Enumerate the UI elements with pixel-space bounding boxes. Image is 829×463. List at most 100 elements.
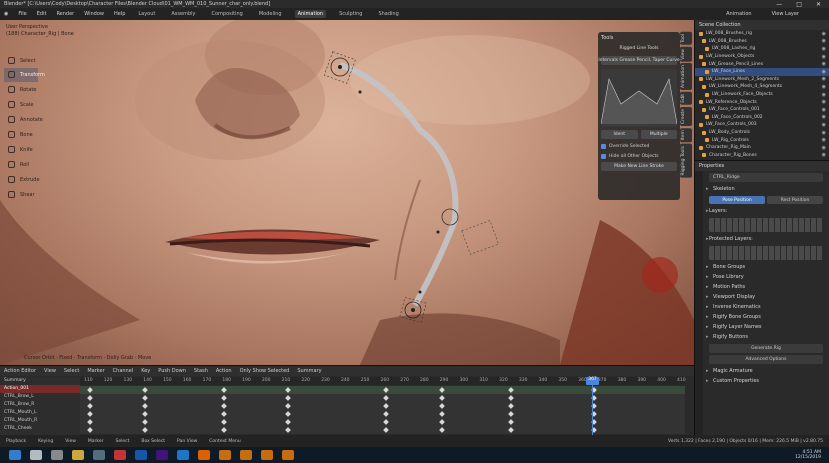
status-view[interactable]: View	[65, 439, 76, 444]
keyframe[interactable]	[284, 427, 291, 433]
visibility-eye-icon[interactable]: ◉	[822, 145, 826, 151]
section-rigify-buttons[interactable]: Rigify Buttons	[703, 332, 829, 342]
action-editor[interactable]: Action Editor View Select Marker Channel…	[0, 365, 694, 436]
visibility-eye-icon[interactable]: ◉	[822, 46, 826, 52]
outliner-item[interactable]: Character_Rig_Bones ◉	[695, 152, 829, 160]
task-view-icon[interactable]	[51, 450, 63, 460]
outliner-item[interactable]: LW_Rig_Controls ◉	[695, 136, 829, 144]
outliner-item[interactable]: LW_Body_Controls ◉	[695, 129, 829, 137]
keyframe[interactable]	[87, 427, 93, 433]
keyframe[interactable]	[221, 395, 228, 401]
menu-channel[interactable]: Channel	[113, 368, 134, 374]
tab-modeling[interactable]: Modeling	[256, 10, 285, 18]
outliner-item[interactable]: LW_Linework_Mesh_4_Segments ◉	[695, 83, 829, 91]
channel-row[interactable]: CTRL_Brow_L	[0, 393, 80, 401]
keyframe[interactable]	[438, 395, 445, 401]
close-button[interactable]: ✕	[816, 1, 821, 8]
tab-rigging-tools[interactable]: Rigging Tools	[680, 144, 692, 178]
keyframe[interactable]	[383, 403, 390, 409]
action-selector[interactable]: Action	[216, 368, 232, 374]
keyframe[interactable]	[508, 411, 514, 417]
keyframe-area[interactable]	[80, 386, 685, 434]
tool-shear[interactable]: Shear	[4, 188, 38, 202]
status-keying[interactable]: Keying	[38, 439, 53, 444]
word-icon[interactable]	[177, 450, 189, 460]
maximize-button[interactable]: □	[796, 1, 802, 8]
keyframe[interactable]	[142, 411, 149, 417]
only-show-selected-toggle[interactable]: Only Show Selected	[240, 368, 290, 374]
menu-edit[interactable]: Edit	[37, 11, 47, 17]
channel-row[interactable]: Summary	[0, 377, 80, 385]
tab-edit[interactable]: Edit	[680, 92, 692, 106]
menu-window[interactable]: Window	[84, 11, 104, 17]
menu-select[interactable]: Select	[64, 368, 79, 374]
layers-grid[interactable]	[709, 218, 823, 232]
outliner-item[interactable]: LW_008_Brushes ◉	[695, 38, 829, 46]
tab-animation-side[interactable]: Animation	[680, 63, 692, 91]
visibility-eye-icon[interactable]: ◉	[822, 76, 826, 82]
pose-position-button[interactable]: Pose Position	[709, 196, 765, 204]
section-motion-paths[interactable]: Motion Paths	[703, 282, 829, 292]
keyframe[interactable]	[142, 427, 149, 433]
premiere-icon[interactable]	[156, 450, 168, 460]
chrome-icon[interactable]	[114, 450, 126, 460]
visibility-eye-icon[interactable]: ◉	[822, 130, 826, 136]
explorer-icon[interactable]	[72, 450, 84, 460]
outliner-item[interactable]: LW_Face_Controls_003 ◉	[695, 121, 829, 129]
blender-4-icon[interactable]	[282, 450, 294, 460]
keyframe[interactable]	[142, 403, 149, 409]
protected-layers-grid[interactable]	[709, 246, 823, 260]
generate-rig-button[interactable]: Generate Rig	[709, 344, 823, 353]
override-selected-checkbox[interactable]: Override Selected	[601, 144, 677, 149]
object-name-field[interactable]: CTRL_Ridge	[709, 173, 823, 182]
channel-row[interactable]: CTRL_Mouth_R	[0, 417, 80, 425]
keyframe[interactable]	[87, 403, 93, 409]
keyframe[interactable]	[87, 387, 93, 393]
keyframe[interactable]	[508, 403, 514, 409]
visibility-eye-icon[interactable]: ◉	[822, 114, 826, 120]
advanced-options-button[interactable]: Advanced Options	[709, 355, 823, 364]
multiple-button[interactable]: Multiple	[640, 130, 677, 139]
firefox-icon[interactable]	[198, 450, 210, 460]
outliner-item[interactable]: LW_Linework_Objects ◉	[695, 53, 829, 61]
outliner-item[interactable]: LW_Face_Controls_002 ◉	[695, 114, 829, 122]
keyframe[interactable]	[284, 411, 291, 417]
hide-other-objects-checkbox[interactable]: Hide all Other Objects	[601, 154, 677, 159]
outliner-item[interactable]: LW_Face_Lines ◉	[695, 67, 829, 76]
tool-extrude[interactable]: Extrude	[4, 173, 40, 187]
push-down-button[interactable]: Push Down	[158, 368, 186, 374]
keyframe[interactable]	[284, 419, 291, 425]
visibility-eye-icon[interactable]: ◉	[822, 61, 826, 67]
keyframe-row[interactable]	[80, 410, 685, 418]
visibility-eye-icon[interactable]: ◉	[822, 152, 826, 158]
menu-view[interactable]: View	[44, 368, 56, 374]
keyframe[interactable]	[438, 427, 445, 433]
keyframe[interactable]	[87, 395, 93, 401]
ident-button[interactable]: Ident	[601, 130, 638, 139]
section-bone-groups[interactable]: Bone Groups	[703, 262, 829, 272]
tab-sculpting[interactable]: Sculpting	[336, 10, 365, 18]
editor-type-dropdown[interactable]: Action Editor	[4, 368, 36, 374]
blender-logo-icon[interactable]: ◉	[4, 11, 8, 17]
visibility-eye-icon[interactable]: ◉	[822, 99, 826, 105]
blender-3-icon[interactable]	[261, 450, 273, 460]
outliner-item[interactable]: LW_008_Brushes_rig ◉	[695, 30, 829, 38]
visibility-eye-icon[interactable]: ◉	[822, 38, 826, 44]
channel-row[interactable]: CTRL_Mouth_L	[0, 409, 80, 417]
outliner-item[interactable]: LW_Linework_Face_Objects ◉	[695, 91, 829, 99]
keyframe[interactable]	[284, 387, 291, 393]
tool-transform[interactable]: Transform	[4, 68, 45, 82]
visibility-eye-icon[interactable]: ◉	[822, 92, 826, 98]
make-new-line-stroke-button[interactable]: Make New Line Stroke	[601, 162, 677, 171]
keyframe[interactable]	[508, 419, 514, 425]
visibility-eye-icon[interactable]: ◉	[822, 54, 826, 60]
tab-layout[interactable]: Layout	[135, 10, 158, 18]
keyframe[interactable]	[438, 387, 445, 393]
menu-marker[interactable]: Marker	[87, 368, 104, 374]
keyframe[interactable]	[221, 411, 228, 417]
keyframe[interactable]	[508, 427, 514, 433]
keyframe[interactable]	[142, 395, 149, 401]
keyframe[interactable]	[508, 387, 514, 393]
keyframe[interactable]	[383, 395, 390, 401]
menu-file[interactable]: File	[18, 11, 26, 17]
